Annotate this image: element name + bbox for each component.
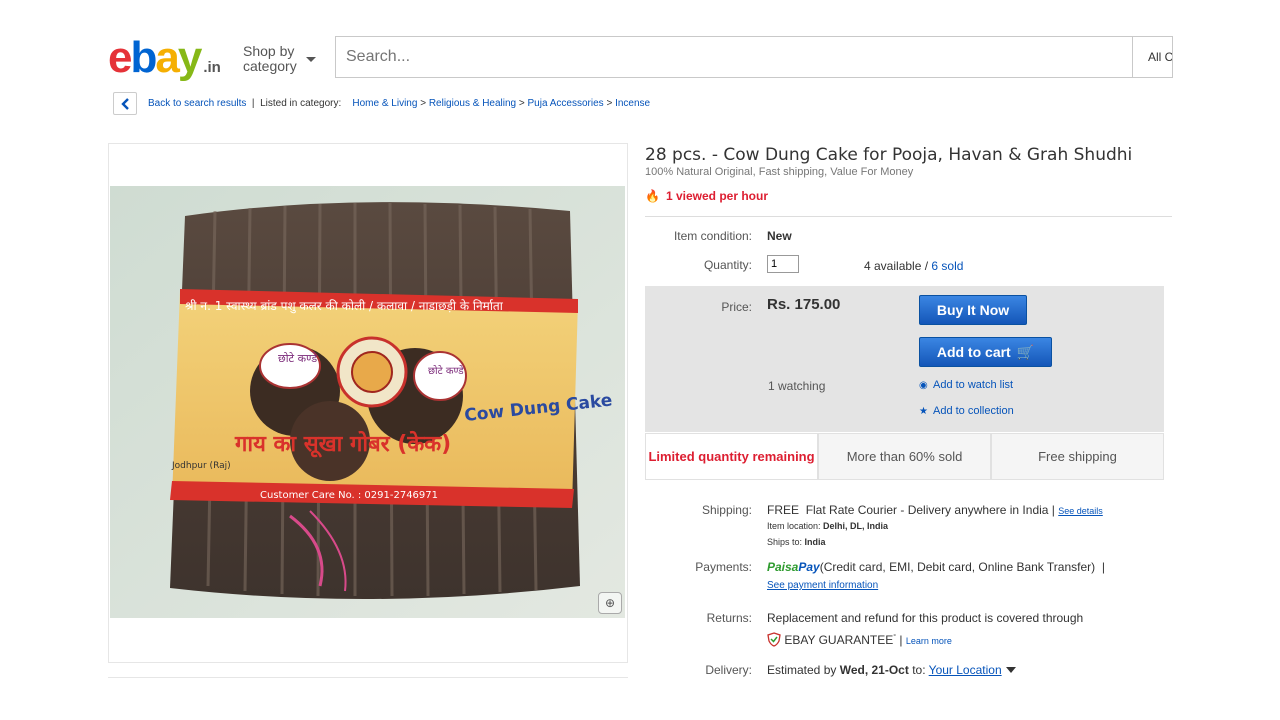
delivery-date: Wed, 21-Oct [839, 663, 909, 677]
available-sep: / [921, 259, 932, 273]
price-label: Price: [721, 300, 752, 314]
breadcrumb-incense[interactable]: Incense [615, 98, 650, 109]
divider [108, 677, 628, 678]
pay-text: Pay [798, 560, 820, 574]
logo-letter-a: a [155, 33, 180, 82]
your-location-link[interactable]: Your Location [929, 663, 1002, 677]
back-button[interactable] [113, 92, 137, 115]
product-photo-illustration: छोटे कण्डे छोटे कण्डे श्री न. 1 स्वास्थ्… [110, 186, 625, 618]
package-hindi-text: गाय का सूखा गोबर (केक) [234, 430, 451, 458]
add-to-watch-list-link[interactable]: ◉ Add to watch list [919, 379, 1013, 391]
all-categories-select[interactable]: All C [1133, 36, 1173, 78]
product-title: 28 pcs. - Cow Dung Cake for Pooja, Havan… [645, 145, 1133, 165]
logo-letter-e: e [108, 33, 133, 82]
star-icon: ★ [919, 406, 928, 417]
viewed-text: 1 viewed per hour [665, 189, 768, 203]
learn-more-link[interactable]: Learn more [906, 636, 952, 646]
top-band-text: श्री न. 1 स्वास्थ्य ब्रांड पशु कलर की को… [185, 299, 504, 314]
shipping-value: FREE Flat Rate Courier - Delivery anywhe… [767, 503, 1103, 517]
logo-letter-y: y [177, 33, 203, 82]
watching-count: 1 watching [768, 379, 826, 393]
back-to-search-link[interactable]: Back to search results [148, 98, 246, 109]
chevron-down-icon[interactable] [306, 57, 316, 62]
quantity-input[interactable] [767, 255, 799, 273]
item-location: Item location: Delhi, DL, India [767, 521, 888, 531]
guarantee-row: EBAY GUARANTEE° | Learn more [767, 632, 952, 647]
shop-by-line2: category [243, 58, 297, 74]
ships-to-value: India [804, 537, 826, 547]
listed-in-label: Listed in category: [260, 98, 342, 109]
viewed-per-hour: 🔥 1 viewed per hour [645, 189, 768, 203]
shop-by-category-button[interactable]: Shop by category [243, 44, 297, 74]
divider [645, 216, 1172, 217]
flame-icon: 🔥 [645, 189, 660, 203]
signal-sold-percent: More than 60% sold [818, 433, 991, 480]
zoom-icon[interactable]: ⊕ [598, 592, 622, 614]
breadcrumb-separator: > [420, 98, 427, 109]
estimated-by: Estimated by [767, 663, 837, 677]
breadcrumb: Back to search results | Listed in categ… [148, 98, 651, 109]
delivery-to: to: [912, 663, 926, 677]
badge-left-text: छोटे कण्डे [278, 352, 317, 365]
payments-value: PaisaPay(Credit card, EMI, Debit card, O… [767, 560, 1105, 574]
collection-text: Add to collection [933, 405, 1014, 417]
item-location-value: Delhi, DL, India [823, 521, 889, 531]
returns-text: Replacement and refund for this product … [767, 611, 1084, 625]
see-payment-link[interactable]: See payment information [767, 580, 878, 591]
paisapay-logo: PaisaPay [767, 560, 820, 574]
buy-it-now-button[interactable]: Buy It Now [919, 295, 1027, 325]
shield-icon [767, 632, 781, 647]
add-to-cart-button[interactable]: Add to cart 🛒 [919, 337, 1052, 367]
ships-to: Ships to: India [767, 537, 826, 547]
product-subtitle: 100% Natural Original, Fast shipping, Va… [645, 166, 914, 178]
add-to-cart-label: Add to cart [936, 343, 1011, 360]
watch-list-text: Add to watch list [933, 379, 1014, 391]
price-value: Rs. 175.00 [767, 296, 841, 313]
breadcrumb-home-living[interactable]: Home & Living [352, 98, 417, 109]
breadcrumb-separator: > [606, 98, 613, 109]
condition-value: New [767, 229, 792, 243]
signal-free-shipping: Free shipping [991, 433, 1164, 480]
customer-care-text: Customer Care No. : 0291-2746971 [260, 490, 438, 501]
ebay-logo[interactable]: ebay .in [108, 36, 221, 90]
chevron-left-icon [121, 98, 129, 110]
badge-right-text: छोटे कण्डे [428, 365, 464, 377]
ships-to-label: Ships to: [767, 537, 803, 547]
chevron-down-icon[interactable] [1005, 667, 1016, 673]
quantity-label: Quantity: [703, 258, 752, 272]
breadcrumb-puja-accessories[interactable]: Puja Accessories [528, 98, 604, 109]
add-to-collection-link[interactable]: ★ Add to collection [919, 405, 1014, 417]
delivery-label: Delivery: [705, 663, 752, 677]
see-details-link[interactable]: See details [1058, 506, 1103, 516]
logo-letter-b: b [130, 33, 157, 82]
breadcrumb-religious-healing[interactable]: Religious & Healing [429, 98, 516, 109]
shop-by-line1: Shop by [243, 43, 295, 59]
paisa-text: Paisa [767, 560, 799, 574]
product-photo[interactable]: छोटे कण्डे छोटे कण्डे श्री न. 1 स्वास्थ्… [110, 186, 625, 618]
city-text: Jodhpur (Raj) [171, 461, 231, 471]
breadcrumb-separator: > [518, 98, 525, 109]
eye-icon: ◉ [919, 380, 928, 391]
search-input[interactable] [335, 36, 1133, 78]
delivery-value: Estimated by Wed, 21-Oct to: Your Locati… [767, 663, 1016, 677]
shipping-method: Flat Rate Courier - Delivery anywhere in… [805, 503, 1049, 517]
payments-label: Payments: [695, 560, 752, 574]
shipping-free: FREE [767, 503, 800, 517]
item-location-label: Item location: [767, 521, 821, 531]
signal-limited-quantity: Limited quantity remaining [645, 433, 818, 480]
sold-link[interactable]: 6 sold [931, 259, 963, 273]
logo-suffix: .in [203, 59, 221, 76]
shipping-label: Shipping: [701, 503, 752, 517]
payment-methods: (Credit card, EMI, Debit card, Online Ba… [819, 560, 1096, 574]
availability: 4 available / 6 sold [864, 259, 963, 273]
returns-label: Returns: [706, 611, 752, 625]
guarantee-text: EBAY GUARANTEE [784, 633, 894, 647]
cart-icon: 🛒 [1016, 343, 1035, 360]
see-payment-row: See payment information [767, 577, 878, 591]
condition-label: Item condition: [673, 229, 752, 243]
available-text: 4 available [864, 259, 922, 273]
